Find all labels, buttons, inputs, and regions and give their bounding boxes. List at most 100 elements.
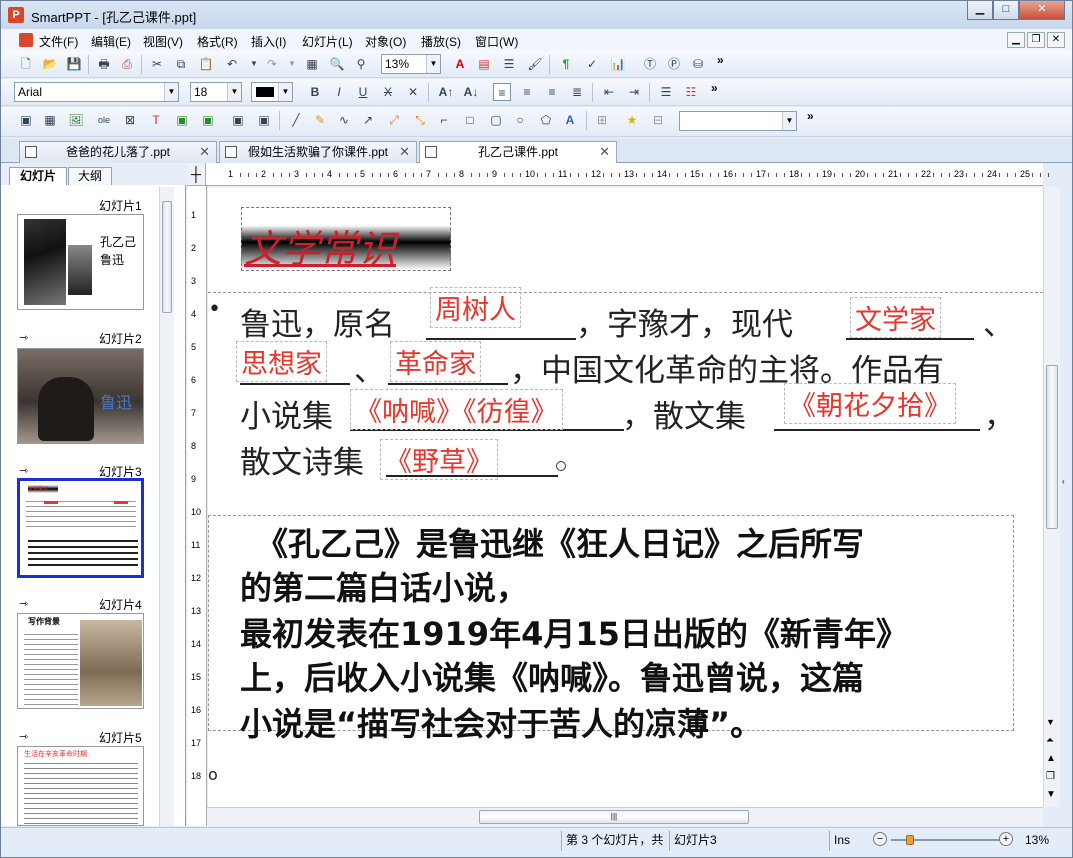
underline-icon[interactable]: U (354, 83, 372, 101)
answer-poems[interactable]: 《野草》 (380, 439, 498, 480)
toolbar2-more-icon[interactable]: » (711, 81, 718, 95)
ruler-corner[interactable]: ┼ (187, 163, 206, 186)
bullets-icon[interactable]: ☰ (657, 83, 675, 101)
line-icon[interactable]: ╱ (287, 111, 305, 129)
chart-icon[interactable]: 📊 (609, 55, 627, 73)
toolbar3-more-icon[interactable]: » (807, 109, 814, 123)
slide-thumb-5[interactable]: 生活在辛亥革命时期 (17, 746, 144, 826)
prev-slide-icon[interactable]: ⏶ (1046, 735, 1054, 746)
slide-thumb-3[interactable]: 文学常识 (17, 478, 144, 578)
tab-slides[interactable]: 幻灯片 (9, 167, 67, 185)
spellcheck-icon[interactable]: ✓ (583, 55, 601, 73)
italic-icon[interactable]: I (330, 83, 348, 101)
format-painter-icon[interactable]: 🖌 (526, 55, 544, 73)
textbox-t-icon[interactable]: T (147, 111, 165, 129)
horizontal-scrollbar[interactable]: ||| (207, 807, 1043, 826)
zoom-in-icon[interactable]: 🔍 (328, 55, 346, 73)
insert-picture-icon[interactable]: 🖼 (67, 111, 85, 129)
tab-doc-1[interactable]: 爸爸的花儿落了.ppt ✕ (19, 141, 217, 163)
arrow-icon[interactable]: ↗ (359, 111, 377, 129)
justify-icon[interactable]: ≣ (568, 83, 586, 101)
wordart-icon[interactable]: A (561, 111, 579, 129)
menu-slide[interactable]: 幻灯片(L) (302, 33, 353, 50)
numbering-icon[interactable]: ☷ (682, 83, 700, 101)
ole-icon[interactable]: ole (95, 111, 113, 129)
slide-scrollbar[interactable]: ▼ ⏶ ▲ ❐ ▼ (1043, 187, 1060, 807)
slide-heading[interactable]: 文学常识 (241, 207, 451, 271)
decrease-indent-icon[interactable]: ⇤ (600, 83, 618, 101)
shrink-font-icon[interactable]: A↓ (462, 83, 480, 101)
connector-3-icon[interactable]: ⌐ (435, 111, 453, 129)
new-icon[interactable]: 🗋 (17, 55, 35, 73)
answer-name[interactable]: 周树人 (430, 287, 521, 328)
style-select[interactable]: ▼ (679, 111, 797, 131)
mdi-restore-button[interactable]: ❐ (1027, 32, 1045, 48)
menu-view[interactable]: 视图(V) (143, 33, 183, 50)
copy-icon[interactable]: ⧉ (172, 55, 190, 73)
font-size-select[interactable]: 18 ▼ (190, 82, 242, 102)
maximize-button[interactable]: □ (993, 1, 1019, 20)
slide-thumb-2[interactable]: 鲁迅 (17, 348, 144, 444)
template-p-icon[interactable]: Ⓟ (665, 55, 683, 73)
group-icon[interactable]: ⊞ (593, 111, 611, 129)
stack-icon[interactable]: ⛁ (689, 55, 707, 73)
tab-doc-2[interactable]: 假如生活欺骗了你课件.ppt ✕ (219, 141, 417, 163)
template-t-icon[interactable]: Ⓣ (641, 55, 659, 73)
slide-canvas[interactable]: 文学常识 • 鲁迅，原名 周树人 ，字豫才，现代 文学家 、 思想家 、 革命家… (208, 187, 1043, 807)
scroll-thumb[interactable] (1046, 365, 1058, 529)
align-center-icon[interactable]: ≡ (518, 83, 536, 101)
rectangle-icon[interactable]: □ (461, 111, 479, 129)
cut-icon[interactable]: ✂ (148, 55, 166, 73)
print-icon[interactable]: 🖶 (95, 55, 113, 73)
curve-icon[interactable]: ∿ (335, 111, 353, 129)
menu-play[interactable]: 播放(S) (421, 33, 461, 50)
zoom-knob[interactable] (906, 835, 914, 845)
layout-3-icon[interactable]: ▣ (229, 111, 247, 129)
resize-handle[interactable] (556, 461, 566, 471)
redo-icon[interactable]: ↷ (263, 55, 281, 73)
zoom-slider[interactable]: − + (873, 832, 1013, 848)
zoom-select[interactable]: 13% ▼ (381, 54, 441, 74)
tab-outline[interactable]: 大纲 (68, 167, 112, 185)
menu-object[interactable]: 对象(O) (365, 33, 406, 50)
redo-dropdown-icon[interactable]: ▼ (283, 55, 301, 73)
connector-2-icon[interactable]: ⤡ (411, 111, 429, 129)
list-icon[interactable]: ☰ (500, 55, 518, 73)
answer-revolutionary[interactable]: 革命家 (390, 341, 481, 382)
align-right-icon[interactable]: ≡ (543, 83, 561, 101)
scroll-down-icon[interactable]: ▼ (1046, 717, 1055, 727)
next-icon[interactable]: ▼ (1046, 789, 1056, 800)
save-icon[interactable]: 💾 (65, 55, 83, 73)
menu-format[interactable]: 格式(R) (197, 33, 238, 50)
star-icon[interactable]: ★ (623, 111, 641, 129)
mdi-close-button[interactable]: ✕ (1047, 32, 1065, 48)
pen-icon[interactable]: ✎ (311, 111, 329, 129)
restore-view-icon[interactable]: ❐ (1046, 771, 1055, 782)
font-name-select[interactable]: Arial ▼ (14, 82, 179, 102)
mdi-minimize-button[interactable]: ▁ (1007, 32, 1025, 48)
answer-thinker[interactable]: 思想家 (236, 341, 327, 382)
answer-essays[interactable]: 《朝花夕拾》 (784, 383, 956, 424)
paste-icon[interactable]: 📋 (197, 55, 215, 73)
slides-scrollbar[interactable] (159, 187, 174, 826)
slide-thumb-4[interactable]: 写作背景 (17, 613, 144, 709)
clear-format-icon[interactable]: ✕ (404, 83, 422, 101)
zoom-out-icon[interactable]: − (873, 832, 887, 846)
paragraph-mark-icon[interactable]: ¶ (557, 55, 575, 73)
frame-orange-icon[interactable]: ▣ (199, 111, 217, 129)
tab-close-icon[interactable]: ✕ (399, 142, 410, 162)
answer-writer[interactable]: 文学家 (850, 297, 941, 338)
slide-thumb-1[interactable]: 孔乙己 鲁迅 (17, 214, 144, 310)
minimize-button[interactable]: ▁ (967, 1, 993, 20)
frame-green-icon[interactable]: ▣ (173, 111, 191, 129)
layout-1-icon[interactable]: ▣ (17, 111, 35, 129)
toolbar1-more-icon[interactable]: » (717, 53, 724, 67)
horizontal-ruler[interactable]: 1 2 3 4 5 6 7 8 9 10 11 12 13 14 15 16 17 18 19 20 21 22 23 24 2… (206, 163, 1049, 186)
menu-file[interactable]: 文件(F) (39, 33, 78, 50)
ellipse-icon[interactable]: ○ (511, 111, 529, 129)
open-icon[interactable]: 📂 (41, 55, 59, 73)
layout-4-icon[interactable]: ▣ (255, 111, 273, 129)
font-color-select[interactable]: ▼ (251, 82, 293, 102)
menu-window[interactable]: 窗口(W) (475, 33, 518, 50)
layout-2-icon[interactable]: ▦ (41, 111, 59, 129)
